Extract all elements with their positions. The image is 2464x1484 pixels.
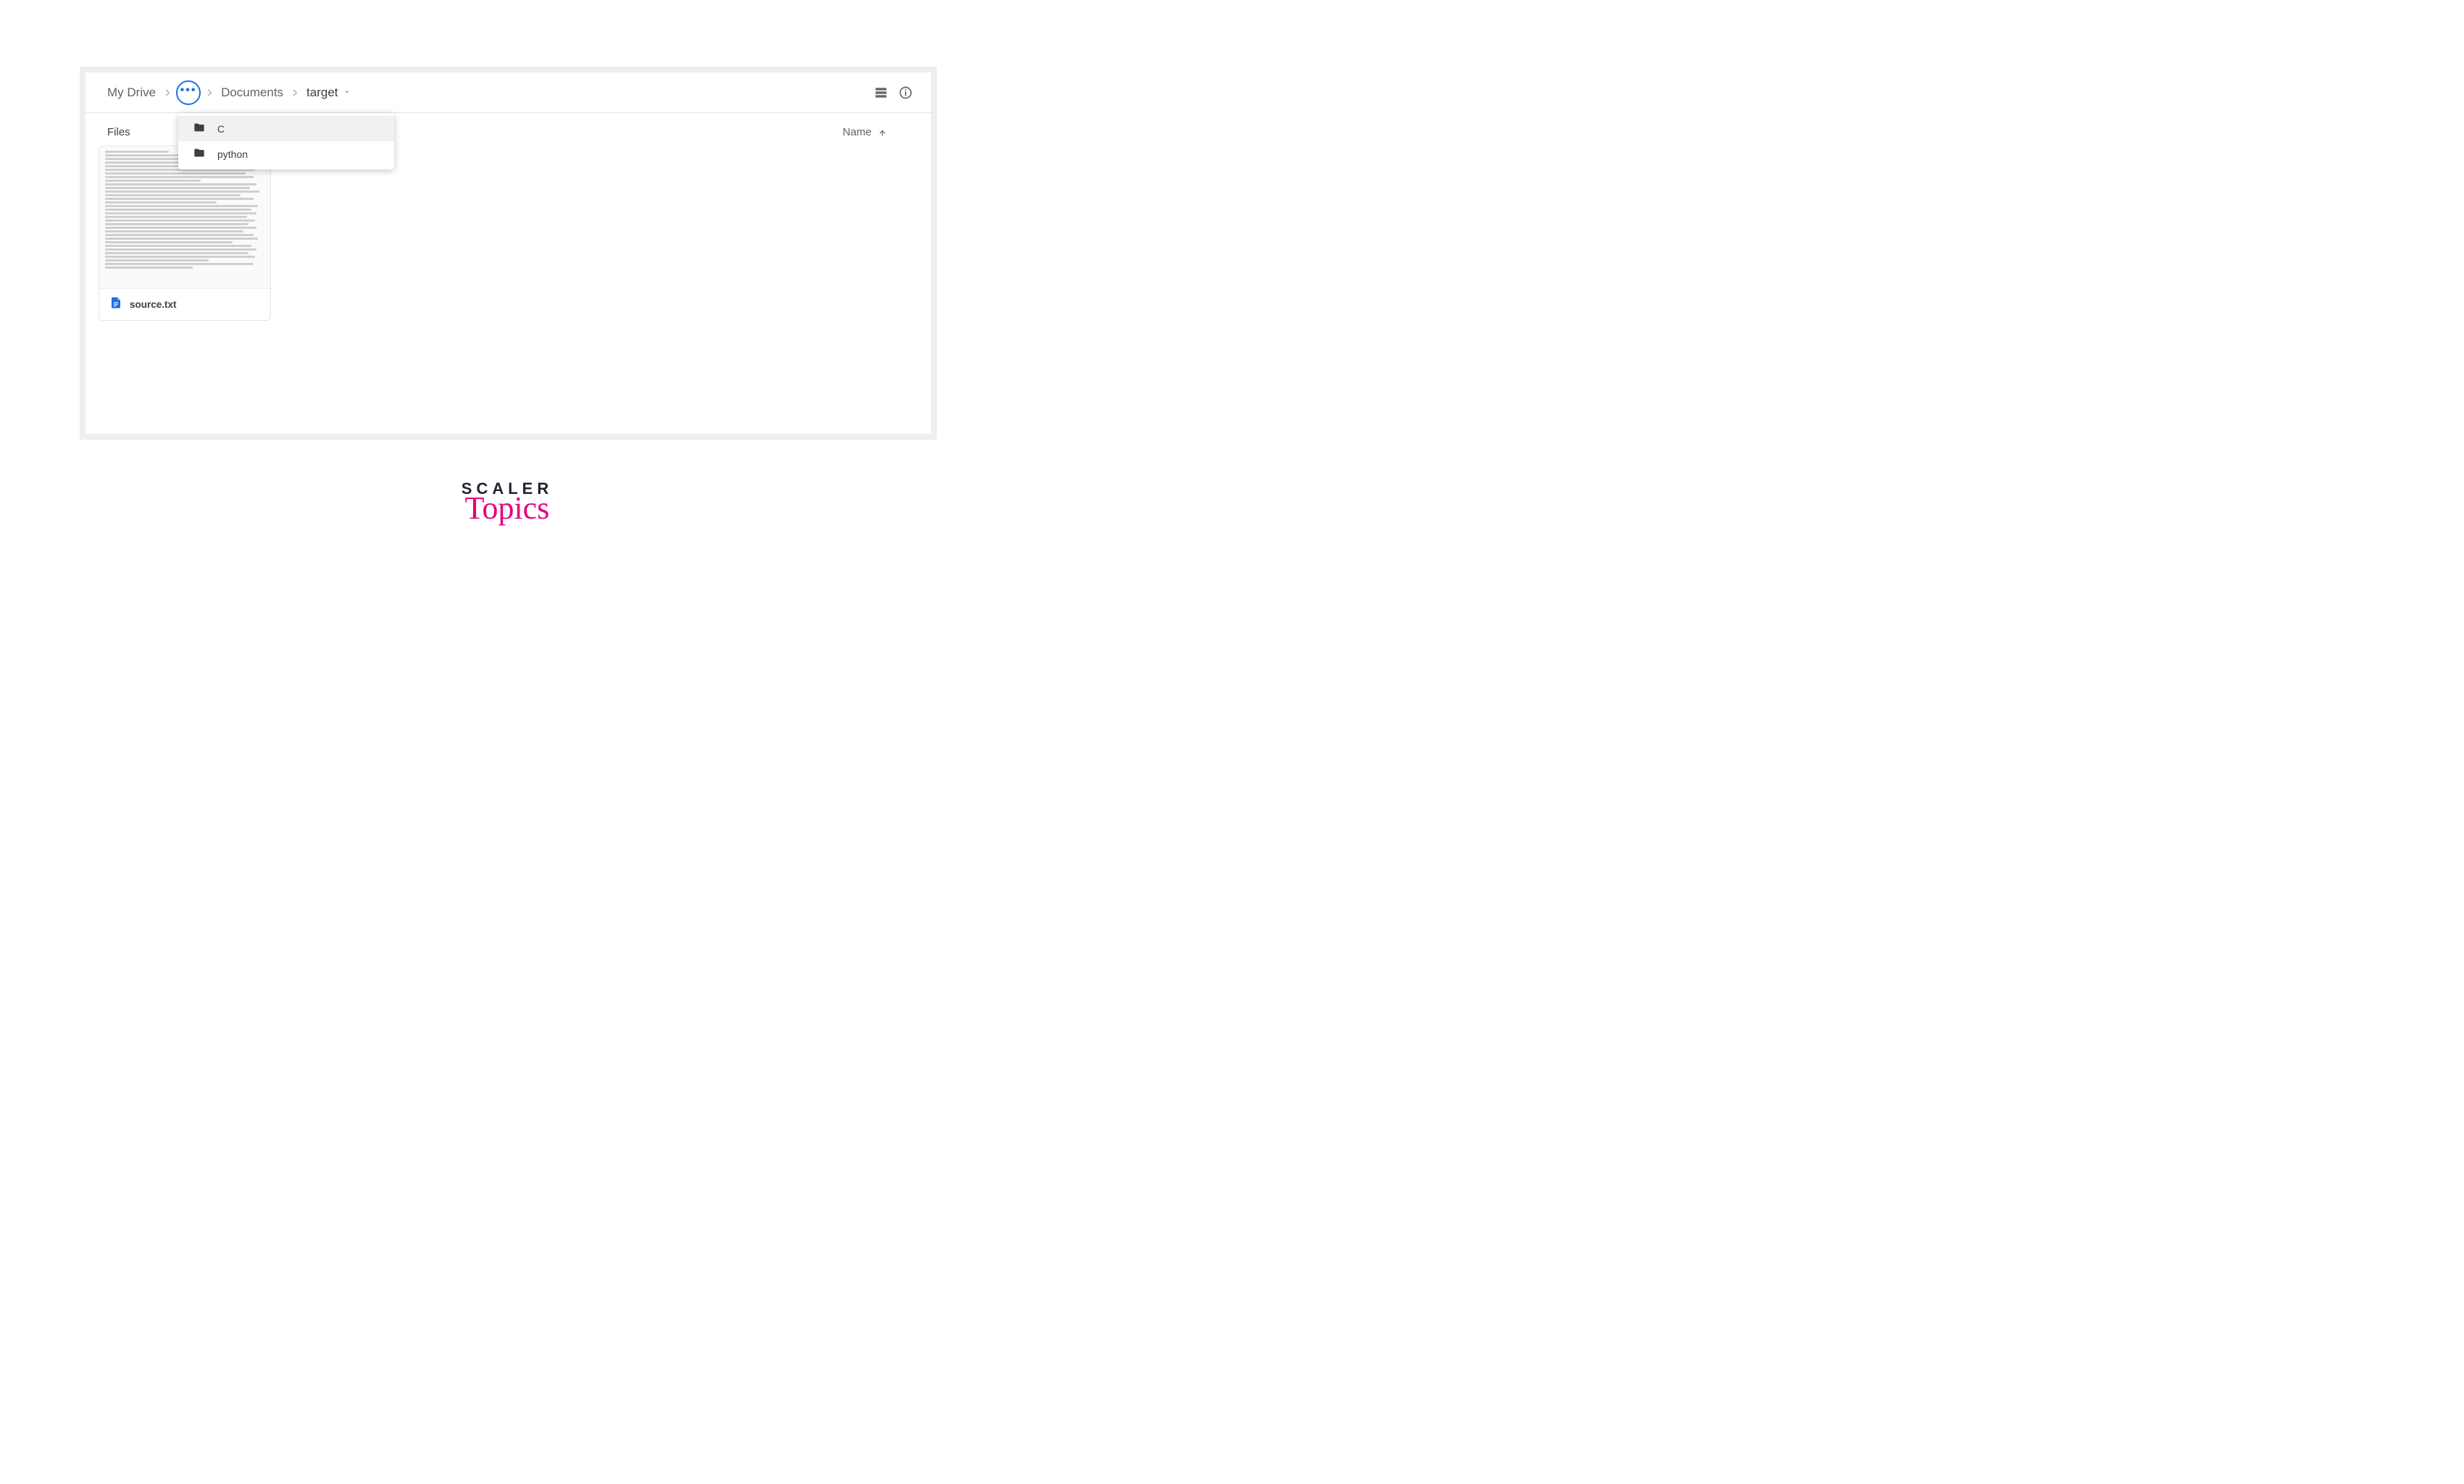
file-card[interactable]: source.txt xyxy=(99,146,271,321)
chevron-right-icon xyxy=(159,88,176,98)
chevron-right-icon xyxy=(286,88,304,98)
drive-content: My Drive ••• Documents target xyxy=(85,72,931,434)
file-name: source.txt xyxy=(130,299,177,310)
watermark-logo: SCALER Topics xyxy=(462,481,553,524)
files-grid: source.txt xyxy=(85,146,931,321)
chevron-right-icon xyxy=(201,88,218,98)
breadcrumb-documents[interactable]: Documents xyxy=(218,83,286,103)
sort-button[interactable]: Name xyxy=(843,126,888,138)
breadcrumb: My Drive ••• Documents target xyxy=(85,72,931,113)
folder-icon xyxy=(193,122,206,135)
list-view-button[interactable] xyxy=(869,80,893,105)
file-footer: source.txt xyxy=(99,288,270,320)
logo-line2: Topics xyxy=(462,492,553,524)
list-view-icon xyxy=(874,85,888,100)
breadcrumb-current[interactable]: target xyxy=(304,83,354,103)
breadcrumb-current-label: target xyxy=(306,85,338,100)
breadcrumb-root[interactable]: My Drive xyxy=(104,83,159,103)
document-icon xyxy=(109,295,122,314)
folder-menu-item-c[interactable]: C xyxy=(178,116,394,141)
sort-label: Name xyxy=(843,126,872,138)
caret-down-icon xyxy=(343,85,351,100)
folder-menu-item-label: C xyxy=(217,123,225,135)
breadcrumb-overflow-button[interactable]: ••• xyxy=(176,80,201,105)
breadcrumb-folder-menu: C python xyxy=(178,113,394,169)
folder-menu-item-python[interactable]: python xyxy=(178,141,394,167)
folder-menu-item-label: python xyxy=(217,148,248,160)
drive-window: My Drive ••• Documents target xyxy=(80,67,937,440)
details-button[interactable] xyxy=(893,80,918,105)
ellipsis-icon: ••• xyxy=(180,84,197,97)
files-section-label: Files xyxy=(107,126,130,138)
info-icon xyxy=(898,85,913,100)
folder-icon xyxy=(193,147,206,161)
arrow-up-icon xyxy=(877,127,888,138)
